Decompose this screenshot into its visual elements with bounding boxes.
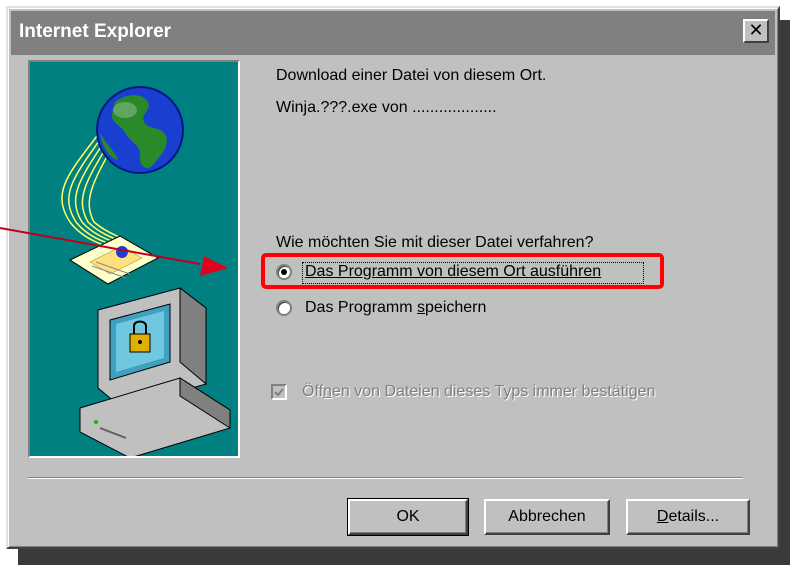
cancel-button[interactable]: Abbrechen <box>484 499 610 535</box>
details-button[interactable]: Details... <box>626 499 750 535</box>
annotation-arrow <box>0 227 228 276</box>
arrow-head-icon <box>200 256 228 276</box>
ok-button[interactable]: OK <box>347 498 469 536</box>
details-accesskey: D <box>656 508 669 525</box>
details-label: etails... <box>668 508 720 525</box>
button-separator <box>28 477 743 479</box>
